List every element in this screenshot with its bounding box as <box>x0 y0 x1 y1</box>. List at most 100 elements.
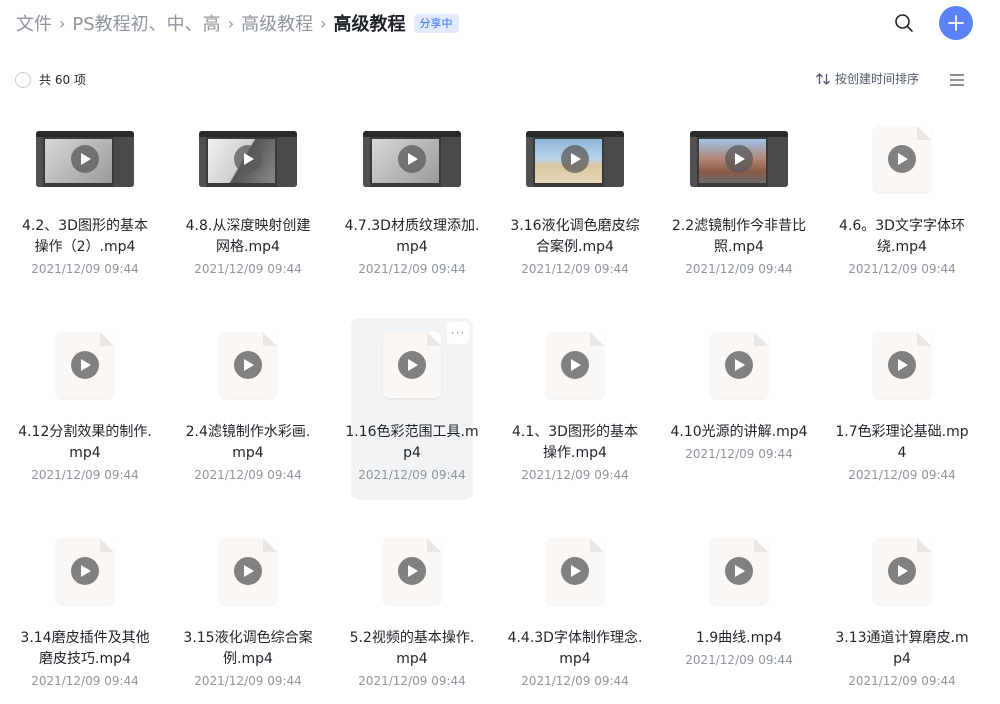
file-thumbnail <box>841 330 963 400</box>
video-file-icon <box>873 538 931 604</box>
breadcrumb-item-ps-tutorial[interactable]: PS教程初、中、高 <box>72 10 220 36</box>
breadcrumb-separator: › <box>227 13 235 33</box>
play-icon <box>71 145 99 173</box>
play-icon <box>398 557 426 585</box>
file-name: 4.6。3D文字字体环绕.mp4 <box>839 218 965 255</box>
breadcrumb: 文件 › PS教程初、中、高 › 高级教程 › 高级教程 分享中 <box>16 10 459 36</box>
video-preview <box>36 131 134 187</box>
video-file-icon <box>219 332 277 398</box>
file-card[interactable]: 1.9曲线.mp4 2021/12/09 09:44 <box>678 524 800 704</box>
file-name: 4.12分割效果的制作.mp4 <box>18 424 152 461</box>
play-icon <box>561 557 589 585</box>
file-name: 4.7.3D材质纹理添加.mp4 <box>344 218 480 255</box>
file-date: 2021/12/09 09:44 <box>848 468 956 482</box>
file-name: 4.4.3D字体制作理念.mp4 <box>507 630 643 667</box>
breadcrumb-item-files[interactable]: 文件 <box>16 10 52 36</box>
sort-button[interactable]: 按创建时间排序 <box>815 70 919 87</box>
select-all-checkbox[interactable] <box>15 72 31 88</box>
list-view-icon <box>950 74 964 86</box>
file-thumbnail <box>24 330 146 400</box>
file-card[interactable]: 3.13通道计算磨皮.mp4 2021/12/09 09:44 <box>835 524 969 704</box>
video-file-icon <box>56 538 114 604</box>
file-date: 2021/12/09 09:44 <box>521 262 629 276</box>
plus-icon <box>948 15 964 31</box>
header: 文件 › PS教程初、中、高 › 高级教程 › 高级教程 分享中 <box>0 0 1000 46</box>
video-file-icon <box>383 332 441 398</box>
file-date: 2021/12/09 09:44 <box>521 468 629 482</box>
file-thumbnail <box>187 124 309 194</box>
video-file-icon <box>546 332 604 398</box>
file-date: 2021/12/09 09:44 <box>194 262 302 276</box>
play-icon <box>888 351 916 379</box>
file-card[interactable]: 2.2滤镜制作今非昔比照.mp4 2021/12/09 09:44 <box>672 112 806 294</box>
file-card[interactable]: 2.4滤镜制作水彩画.mp4 2021/12/09 09:44 <box>186 318 310 500</box>
file-thumbnail <box>351 124 473 194</box>
file-card[interactable]: 3.16液化调色磨皮综合案例.mp4 2021/12/09 09:44 <box>510 112 640 294</box>
file-date: 2021/12/09 09:44 <box>31 674 139 688</box>
play-icon <box>561 145 589 173</box>
file-card[interactable]: 4.10光源的讲解.mp4 2021/12/09 09:44 <box>670 318 808 500</box>
search-button[interactable] <box>891 10 917 36</box>
file-card[interactable]: 4.4.3D字体制作理念.mp4 2021/12/09 09:44 <box>508 524 642 704</box>
video-file-icon <box>873 332 931 398</box>
file-card[interactable]: 4.1、3D图形的基本操作.mp4 2021/12/09 09:44 <box>512 318 638 500</box>
file-date: 2021/12/09 09:44 <box>358 262 466 276</box>
file-name: 2.4滤镜制作水彩画.mp4 <box>185 424 311 461</box>
file-card[interactable]: 3.15液化调色综合案例.mp4 2021/12/09 09:44 <box>183 524 313 704</box>
file-thumbnail <box>514 124 636 194</box>
file-name: 3.15液化调色综合案例.mp4 <box>183 630 313 667</box>
file-date: 2021/12/09 09:44 <box>31 262 139 276</box>
breadcrumb-separator: › <box>320 13 327 33</box>
play-icon <box>725 557 753 585</box>
file-date: 2021/12/09 09:44 <box>685 653 793 667</box>
toolbar: 共 60 项 按创建时间排序 <box>0 66 1000 94</box>
file-card[interactable]: 4.2、3D图形的基本操作（2）.mp4 2021/12/09 09:44 <box>22 112 148 294</box>
file-date: 2021/12/09 09:44 <box>358 674 466 688</box>
file-thumbnail <box>24 124 146 194</box>
file-card[interactable]: 1.16色彩范围工具.mp4 2021/12/09 09:44 ··· <box>345 318 479 500</box>
file-card[interactable]: 5.2视频的基本操作.mp4 2021/12/09 09:44 <box>350 524 474 704</box>
file-date: 2021/12/09 09:44 <box>194 468 302 482</box>
file-date: 2021/12/09 09:44 <box>685 447 793 461</box>
video-preview <box>199 131 297 187</box>
breadcrumb-separator: › <box>59 13 66 33</box>
file-card[interactable]: 4.12分割效果的制作.mp4 2021/12/09 09:44 <box>18 318 152 500</box>
file-date: 2021/12/09 09:44 <box>31 468 139 482</box>
file-date: 2021/12/09 09:44 <box>848 262 956 276</box>
file-card[interactable]: 1.7色彩理论基础.mp4 2021/12/09 09:44 <box>835 318 969 500</box>
breadcrumb-item-advanced[interactable]: 高级教程 <box>241 10 313 36</box>
file-thumbnail <box>678 124 800 194</box>
add-button[interactable] <box>939 6 973 40</box>
video-file-icon <box>873 126 931 192</box>
file-name: 4.1、3D图形的基本操作.mp4 <box>512 424 638 461</box>
play-icon <box>234 351 262 379</box>
video-file-icon <box>546 538 604 604</box>
play-icon <box>398 351 426 379</box>
play-icon <box>725 351 753 379</box>
video-file-icon <box>710 538 768 604</box>
file-card[interactable]: 4.7.3D材质纹理添加.mp4 2021/12/09 09:44 <box>345 112 479 294</box>
file-name: 1.7色彩理论基础.mp4 <box>835 424 969 461</box>
play-icon <box>71 351 99 379</box>
play-icon <box>234 557 262 585</box>
file-thumbnail <box>24 536 146 606</box>
sort-arrows-icon <box>816 72 830 85</box>
sharing-status-badge: 分享中 <box>413 13 459 33</box>
item-count-label: 共 60 项 <box>39 73 86 87</box>
file-name: 4.2、3D图形的基本操作（2）.mp4 <box>22 218 148 255</box>
video-file-icon <box>710 332 768 398</box>
file-thumbnail <box>841 124 963 194</box>
video-file-icon <box>219 538 277 604</box>
view-menu-button[interactable] <box>948 72 966 88</box>
play-icon <box>561 351 589 379</box>
file-date: 2021/12/09 09:44 <box>685 262 793 276</box>
more-options-button[interactable]: ··· <box>447 322 469 344</box>
file-card[interactable]: 3.14磨皮插件及其他磨皮技巧.mp4 2021/12/09 09:44 <box>20 524 150 704</box>
file-thumbnail <box>187 330 309 400</box>
file-thumbnail <box>678 330 800 400</box>
file-name: 1.9曲线.mp4 <box>695 630 783 646</box>
file-card[interactable]: 4.6。3D文字字体环绕.mp4 2021/12/09 09:44 <box>839 112 965 294</box>
file-card[interactable]: 4.8.从深度映射创建网格.mp4 2021/12/09 09:44 <box>186 112 310 294</box>
file-date: 2021/12/09 09:44 <box>521 674 629 688</box>
search-icon <box>895 14 913 32</box>
